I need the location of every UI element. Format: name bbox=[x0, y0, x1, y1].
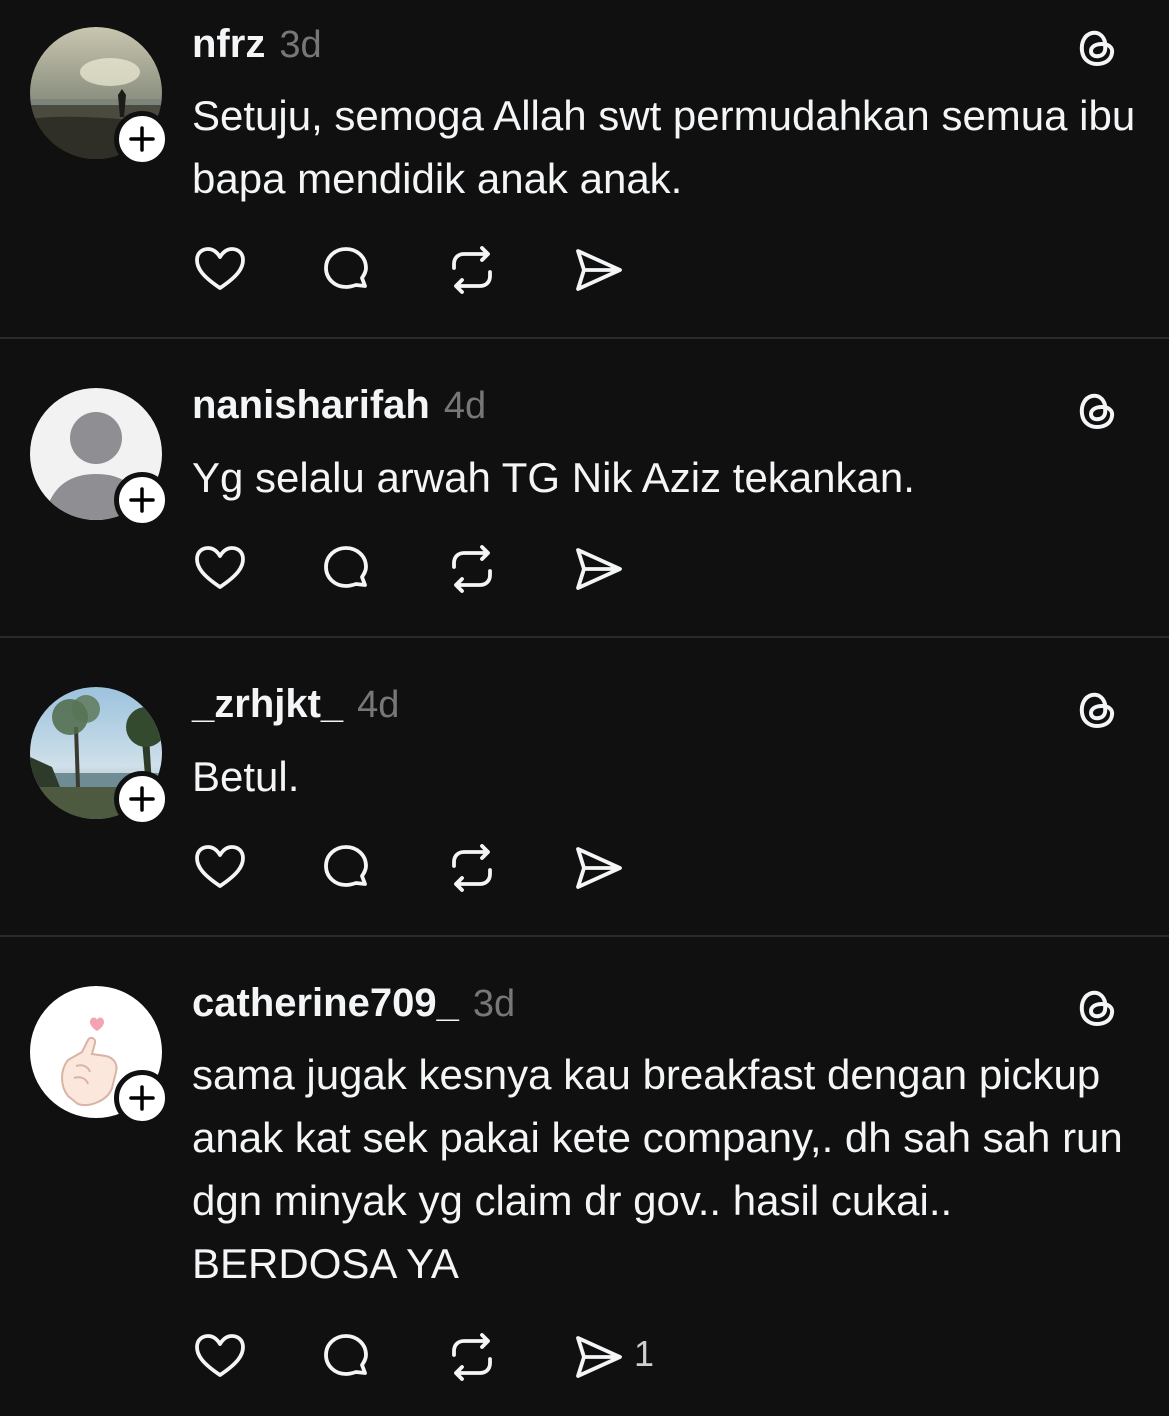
reply-button[interactable] bbox=[316, 838, 376, 898]
reply-button[interactable] bbox=[316, 240, 376, 300]
send-icon bbox=[576, 847, 622, 889]
plus-icon bbox=[129, 1085, 155, 1111]
post-text: sama jugak kesnya kau breakfast dengan p… bbox=[192, 1051, 1123, 1287]
avatar-wrap[interactable] bbox=[30, 986, 170, 1126]
reply-button[interactable] bbox=[316, 1327, 376, 1387]
username[interactable]: catherine709_ bbox=[192, 981, 459, 1026]
plus-icon bbox=[129, 786, 155, 812]
username[interactable]: _zrhjkt_ bbox=[192, 682, 343, 727]
like-button[interactable] bbox=[190, 240, 250, 300]
repost-icon bbox=[452, 844, 492, 892]
post-text: Betul. bbox=[192, 753, 300, 800]
repost-button[interactable] bbox=[442, 240, 502, 300]
plus-icon bbox=[129, 126, 155, 152]
timestamp[interactable]: 4d bbox=[444, 385, 486, 428]
like-button[interactable] bbox=[190, 539, 250, 599]
comment-icon bbox=[324, 1334, 368, 1376]
heart-icon bbox=[195, 247, 245, 290]
share-count: 1 bbox=[634, 1333, 655, 1374]
post-header: nanisharifah 4d bbox=[192, 383, 486, 428]
post-text: Yg selalu arwah TG Nik Aziz tekankan. bbox=[192, 454, 915, 501]
plus-icon bbox=[129, 487, 155, 513]
post-nfrz[interactable]: nfrz 3d Setuju, semoga Allah swt permuda… bbox=[0, 0, 1169, 338]
repost-button[interactable] bbox=[442, 1327, 502, 1387]
threads-logo-icon[interactable] bbox=[1072, 685, 1122, 735]
send-icon bbox=[576, 548, 622, 590]
username[interactable]: nanisharifah bbox=[192, 383, 430, 428]
follow-button[interactable] bbox=[114, 1070, 170, 1126]
send-icon bbox=[576, 249, 622, 291]
action-bar: 1 bbox=[190, 1327, 710, 1387]
timestamp[interactable]: 3d bbox=[279, 24, 321, 67]
follow-button[interactable] bbox=[114, 472, 170, 528]
send-icon bbox=[576, 1336, 622, 1378]
repost-icon bbox=[452, 1333, 492, 1381]
repost-button[interactable] bbox=[442, 838, 502, 898]
like-button[interactable] bbox=[190, 1327, 250, 1387]
repost-icon bbox=[452, 246, 492, 294]
share-button[interactable] bbox=[568, 539, 628, 599]
like-button[interactable] bbox=[190, 838, 250, 898]
post-header: nfrz 3d bbox=[192, 22, 322, 67]
post-text: Setuju, semoga Allah swt permudahkan sem… bbox=[192, 92, 1136, 202]
comment-icon bbox=[324, 546, 368, 588]
threads-logo-icon[interactable] bbox=[1072, 983, 1122, 1033]
username[interactable]: nfrz bbox=[192, 22, 265, 67]
comment-icon bbox=[324, 247, 368, 289]
reply-button[interactable] bbox=[316, 539, 376, 599]
repost-icon bbox=[452, 545, 492, 593]
post-header: catherine709_ 3d bbox=[192, 981, 515, 1026]
heart-icon bbox=[195, 1334, 245, 1377]
threads-logo-icon[interactable] bbox=[1072, 386, 1122, 436]
post-catherine709[interactable]: catherine709_ 3d sama jugak kesnya kau b… bbox=[0, 937, 1169, 1416]
share-button[interactable] bbox=[568, 240, 628, 300]
heart-icon bbox=[195, 546, 245, 589]
follow-button[interactable] bbox=[114, 111, 170, 167]
comment-icon bbox=[324, 845, 368, 887]
timestamp[interactable]: 4d bbox=[357, 684, 399, 727]
threads-logo-icon[interactable] bbox=[1072, 23, 1122, 73]
repost-button[interactable] bbox=[442, 539, 502, 599]
post-nanisharifah[interactable]: nanisharifah 4d Yg selalu arwah TG Nik A… bbox=[0, 339, 1169, 636]
avatar-wrap[interactable] bbox=[30, 687, 170, 827]
post-zrhjkt[interactable]: _zrhjkt_ 4d Betul. bbox=[0, 638, 1169, 935]
share-button[interactable] bbox=[568, 838, 628, 898]
timestamp[interactable]: 3d bbox=[473, 983, 515, 1026]
post-header: _zrhjkt_ 4d bbox=[192, 682, 399, 727]
avatar-wrap[interactable] bbox=[30, 388, 170, 528]
avatar-wrap[interactable] bbox=[30, 27, 170, 167]
heart-icon bbox=[195, 845, 245, 888]
follow-button[interactable] bbox=[114, 771, 170, 827]
share-button[interactable] bbox=[568, 1327, 628, 1387]
